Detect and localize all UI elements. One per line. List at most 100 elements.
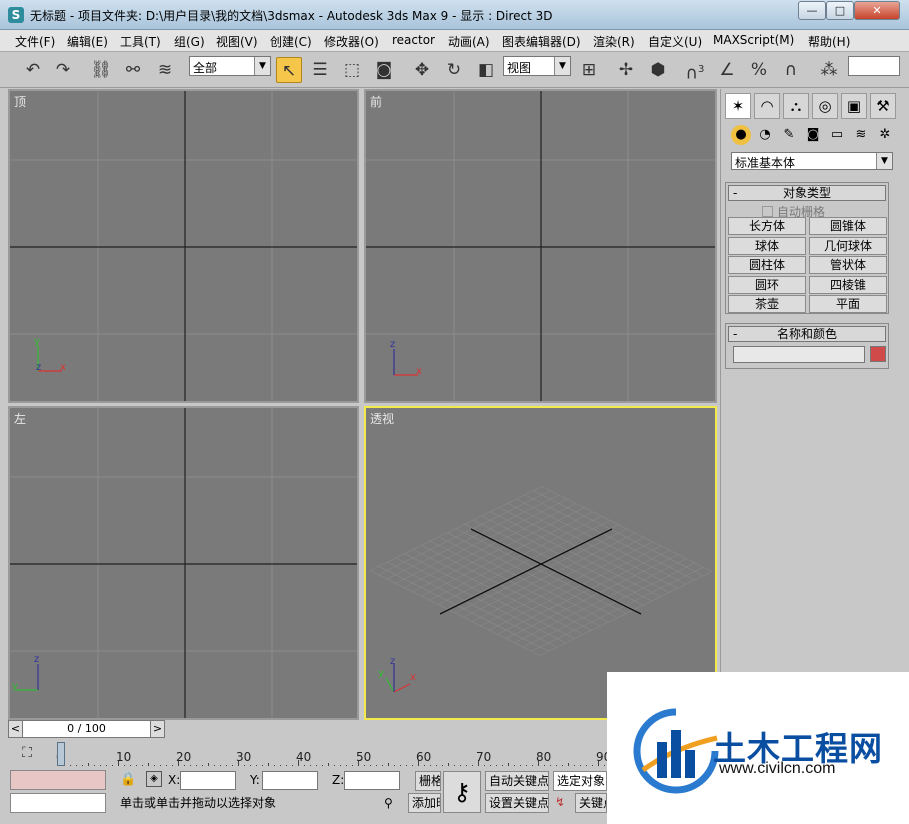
percent-snap-icon[interactable]: %	[746, 57, 772, 83]
undo-icon[interactable]: ↶	[20, 57, 46, 83]
pivot-center-icon[interactable]: ⊞	[576, 57, 602, 83]
window-crossing-icon[interactable]: ◙	[371, 57, 397, 83]
maxscript-input-mini[interactable]	[10, 793, 106, 813]
plane-button[interactable]: 平面	[809, 295, 887, 313]
scale-icon[interactable]: ◧	[473, 57, 499, 83]
auto-key-button[interactable]: 自动关键点	[485, 771, 549, 791]
time-slider[interactable]: < 0 / 100 >	[8, 720, 165, 738]
display-tab-icon[interactable]: ▣	[841, 93, 867, 119]
time-slider-handle[interactable]	[57, 742, 65, 766]
menu-group[interactable]: 组(G)	[174, 33, 205, 50]
viewport-left[interactable]: 左 y z	[8, 406, 359, 720]
add-time-tag-icon[interactable]: ⚲	[384, 796, 393, 810]
menu-file[interactable]: 文件(F)	[15, 33, 55, 50]
motion-tab-icon[interactable]: ◎	[812, 93, 838, 119]
axis-x-label: x	[60, 362, 66, 373]
rectangular-selection-icon[interactable]: ⬚	[339, 57, 365, 83]
pyramid-button[interactable]: 四棱锥	[809, 276, 887, 294]
x-coord-field[interactable]	[180, 771, 236, 790]
hierarchy-tab-icon[interactable]: ⛬	[783, 93, 809, 119]
teapot-button[interactable]: 茶壶	[728, 295, 806, 313]
close-button[interactable]: ✕	[854, 1, 900, 20]
geosphere-button[interactable]: 几何球体	[809, 237, 887, 255]
object-name-input[interactable]	[733, 346, 865, 363]
menu-maxscript[interactable]: MAXScript(M)	[713, 33, 794, 47]
checkbox-box	[762, 206, 773, 217]
y-coord-field[interactable]	[262, 771, 318, 790]
systems-icon[interactable]: ✲	[875, 125, 895, 145]
modify-tab-icon[interactable]: ◠	[754, 93, 780, 119]
tube-button[interactable]: 管状体	[809, 256, 887, 274]
chevron-down-icon: ▼	[876, 153, 892, 169]
frame-ruler[interactable]: 0102030405060708090	[52, 746, 617, 768]
curve-editor-icon[interactable]: ⛶	[16, 742, 38, 764]
shapes-icon[interactable]: ◔	[755, 125, 775, 145]
key-filter-dropdown[interactable]: 选定对象	[553, 771, 607, 791]
maxscript-listener-mini[interactable]	[10, 770, 106, 790]
viewport-front[interactable]: 前 x z	[364, 89, 717, 403]
menu-view[interactable]: 视图(V)	[216, 33, 258, 50]
menu-create[interactable]: 创建(C)	[270, 33, 312, 50]
lights-icon[interactable]: ✎	[779, 125, 799, 145]
menu-tools[interactable]: 工具(T)	[120, 33, 161, 50]
sphere-button[interactable]: 球体	[728, 237, 806, 255]
utilities-tab-icon[interactable]: ⚒	[870, 93, 896, 119]
geometry-icon[interactable]: ●	[731, 125, 751, 145]
set-key-icon[interactable]: ⚷	[443, 771, 481, 813]
move-icon[interactable]: ✥	[409, 57, 435, 83]
maximize-button[interactable]: □	[826, 1, 854, 20]
select-object-icon[interactable]: ↖	[276, 57, 302, 83]
axis-y-label: y	[12, 681, 18, 692]
spinner-snap-icon[interactable]: ∩	[778, 57, 804, 83]
menu-customize[interactable]: 自定义(U)	[648, 33, 702, 50]
add-time-tag-button[interactable]: 添加时	[408, 793, 441, 813]
object-color-swatch[interactable]	[870, 346, 886, 362]
create-tab-icon[interactable]: ✶	[725, 93, 751, 119]
set-key-button[interactable]: 设置关键点	[485, 793, 549, 813]
snap-toggle-icon[interactable]: ∩3	[682, 57, 708, 84]
rotate-icon[interactable]: ↻	[441, 57, 467, 83]
next-frame-button[interactable]: >	[150, 721, 164, 737]
torus-button[interactable]: 圆环	[728, 276, 806, 294]
space-warps-icon[interactable]: ≋	[851, 125, 871, 145]
menu-reactor[interactable]: reactor	[392, 33, 435, 47]
helpers-icon[interactable]: ▭	[827, 125, 847, 145]
selection-filter-dropdown[interactable]: 全部 ▼	[189, 56, 271, 76]
app-icon[interactable]: S	[8, 7, 24, 23]
cylinder-button[interactable]: 圆柱体	[728, 256, 806, 274]
category-dropdown[interactable]: 标准基本体 ▼	[731, 152, 893, 170]
object-type-header[interactable]: - 对象类型	[728, 185, 886, 201]
unlink-icon[interactable]: ⚯	[120, 57, 146, 83]
key-mode-icon[interactable]: ↯	[555, 795, 565, 809]
select-by-name-icon[interactable]: ☰	[307, 57, 333, 83]
select-manipulate-icon[interactable]: ✢	[613, 57, 639, 83]
menu-rendering[interactable]: 渲染(R)	[593, 33, 635, 50]
menu-graph-editors[interactable]: 图表编辑器(D)	[502, 33, 581, 50]
edit-named-selection-icon[interactable]: ⁂	[816, 57, 842, 83]
reference-coord-dropdown[interactable]: 视图 ▼	[503, 56, 571, 76]
key-filters-button[interactable]: 关键点	[575, 793, 607, 813]
minimize-button[interactable]: —	[798, 1, 826, 20]
create-subcategory-tabs: ● ◔ ✎ ◙ ▭ ≋ ✲	[725, 123, 897, 145]
angle-snap-icon[interactable]: ∠	[714, 57, 740, 83]
prev-frame-button[interactable]: <	[9, 721, 23, 737]
menu-help[interactable]: 帮助(H)	[808, 33, 850, 50]
menu-modifiers[interactable]: 修改器(O)	[324, 33, 379, 50]
redo-icon[interactable]: ↷	[50, 57, 76, 83]
select-and-link-icon[interactable]: ⛓	[88, 57, 114, 83]
category-value: 标准基本体	[735, 156, 796, 170]
menu-edit[interactable]: 编辑(E)	[67, 33, 108, 50]
name-color-header[interactable]: - 名称和颜色	[728, 326, 886, 342]
absolute-mode-icon[interactable]: ◈	[146, 771, 162, 787]
bind-space-warp-icon[interactable]: ≋	[152, 57, 178, 83]
cone-button[interactable]: 圆锥体	[809, 217, 887, 235]
lock-icon[interactable]: 🔒	[120, 772, 136, 787]
keyboard-shortcut-icon[interactable]: ⬢	[645, 57, 671, 83]
box-button[interactable]: 长方体	[728, 217, 806, 235]
cameras-icon[interactable]: ◙	[803, 125, 823, 145]
viewport-top[interactable]: 顶 x y z	[8, 89, 359, 403]
z-coord-field[interactable]	[344, 771, 400, 790]
viewport-top-label: 顶	[14, 95, 27, 109]
named-selection-field[interactable]	[848, 56, 900, 76]
menu-animation[interactable]: 动画(A)	[448, 33, 490, 50]
